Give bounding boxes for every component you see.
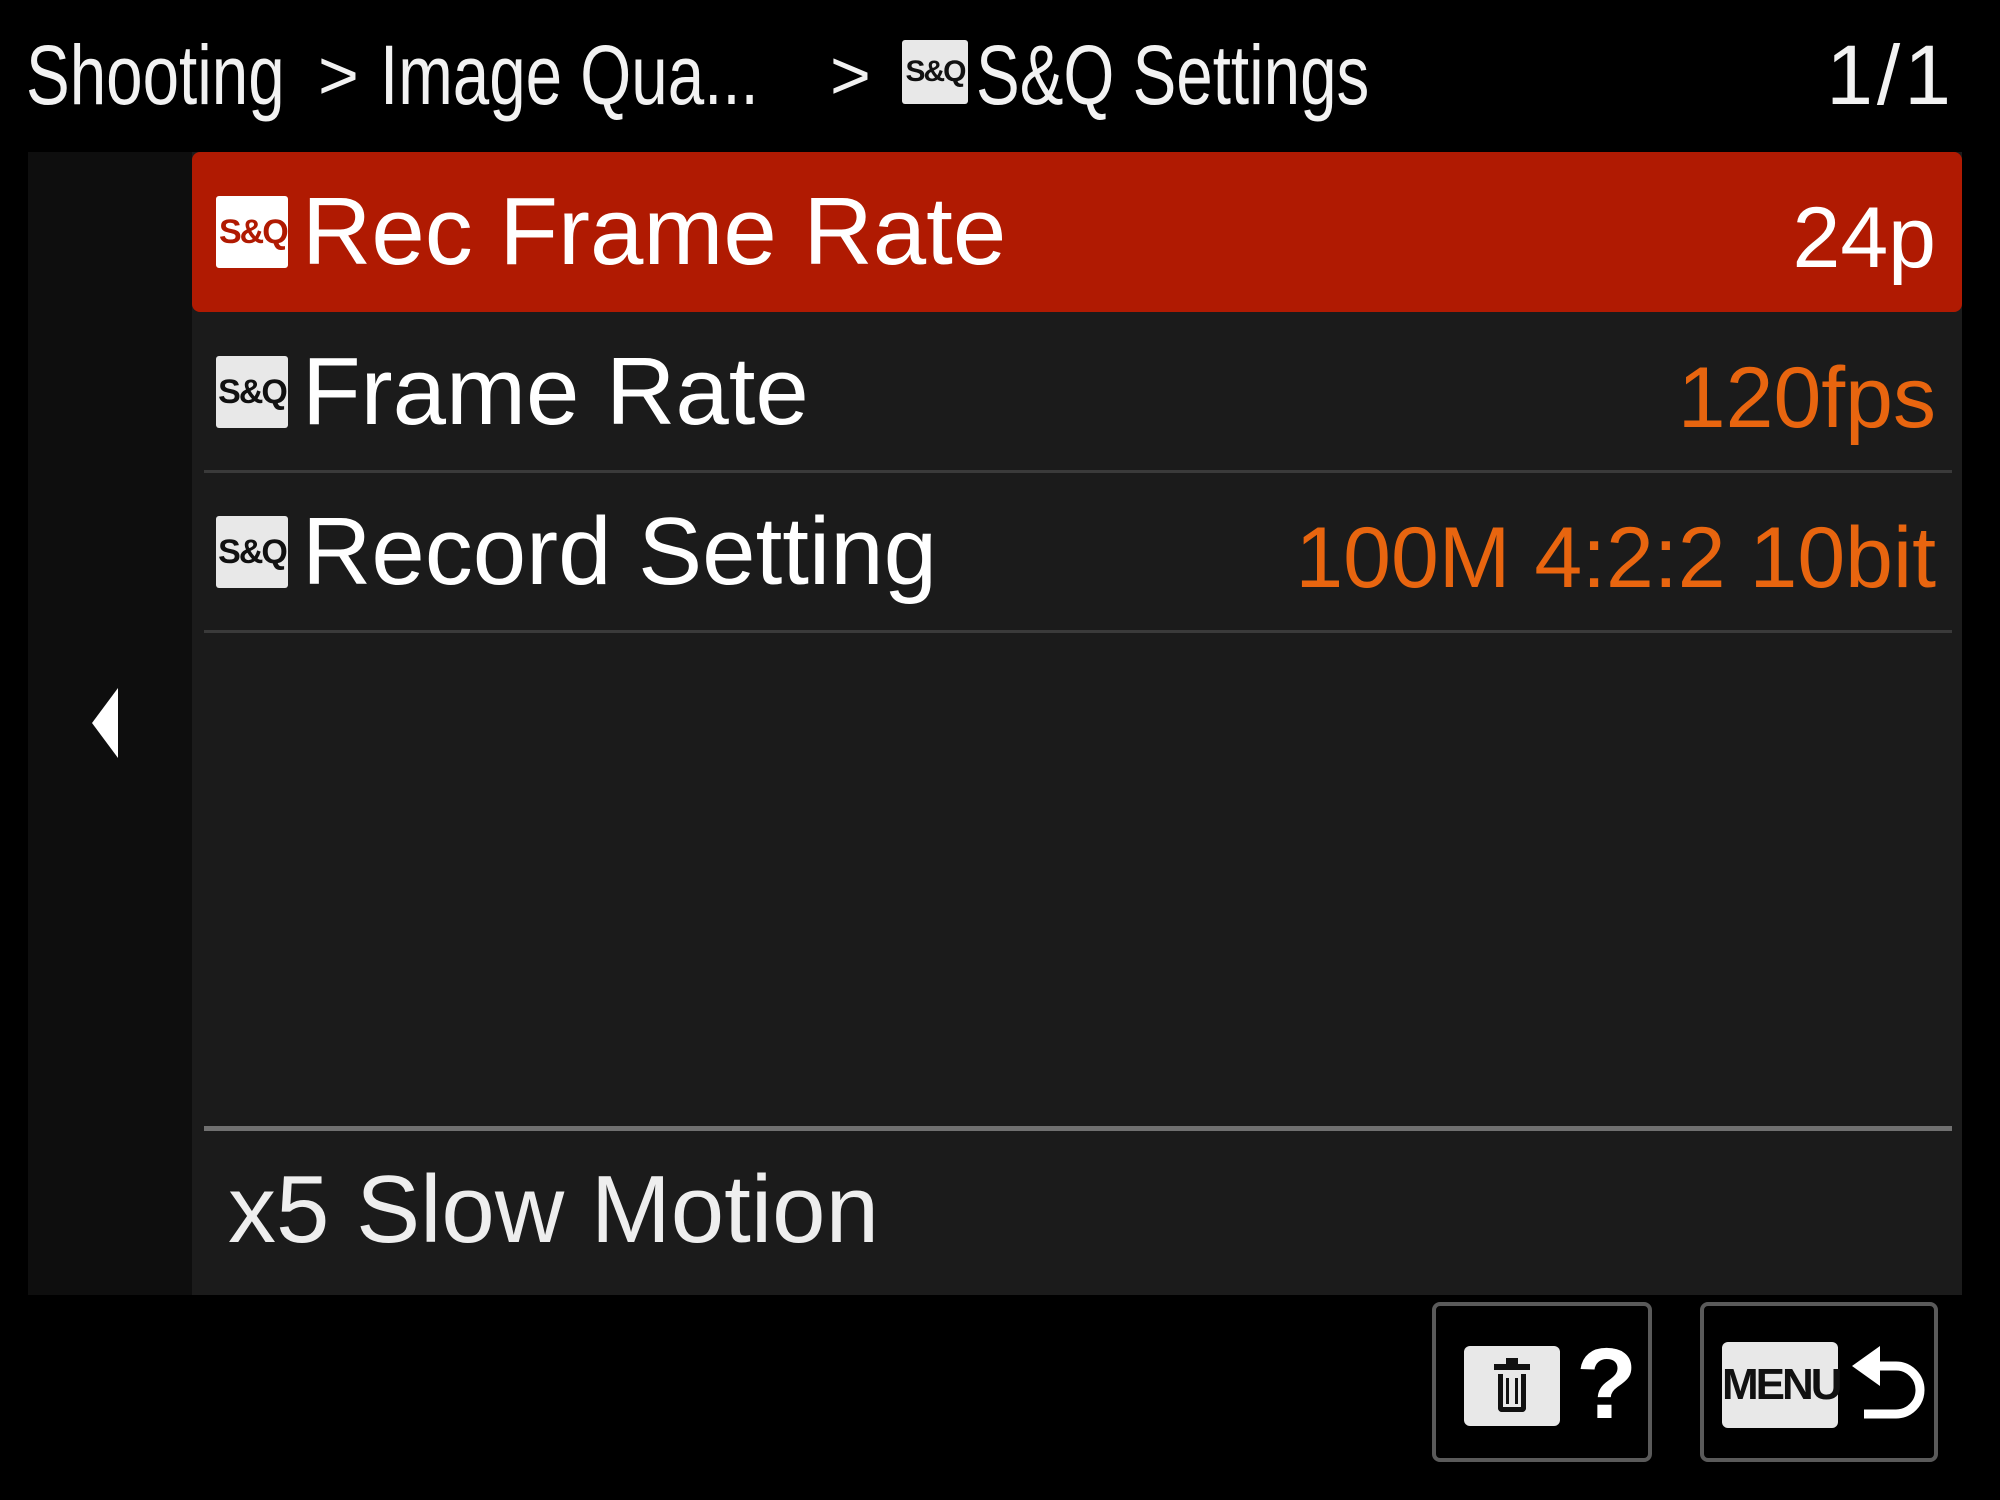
menu-item-frame-rate[interactable]: S&Q Frame Rate 120fps bbox=[192, 312, 1962, 472]
breadcrumb-image-quality[interactable]: Image Qua... bbox=[380, 20, 759, 130]
menu-item-label: Record Setting bbox=[302, 498, 938, 605]
menu-item-record-setting[interactable]: S&Q Record Setting 100M 4:2:2 10bit bbox=[192, 472, 1962, 632]
menu-item-value: 120fps bbox=[1677, 350, 1936, 446]
menu-item-label: Frame Rate bbox=[302, 338, 809, 445]
menu-icon: MENU bbox=[1722, 1342, 1843, 1428]
sq-icon: S&Q bbox=[216, 196, 289, 268]
page-indicator: 1/1 bbox=[1826, 28, 1955, 122]
description-divider bbox=[204, 1126, 1952, 1131]
delete-help-button[interactable]: ? bbox=[1432, 1302, 1652, 1462]
sq-icon: S&Q bbox=[216, 516, 288, 588]
breadcrumb-separator: > bbox=[830, 36, 871, 114]
breadcrumb-shooting[interactable]: Shooting bbox=[26, 20, 285, 130]
item-description: x5 Slow Motion bbox=[228, 1156, 879, 1263]
trash-icon bbox=[1464, 1346, 1560, 1426]
menu-back-button[interactable]: MENU bbox=[1700, 1302, 1938, 1462]
sq-icon: S&Q bbox=[216, 356, 288, 428]
breadcrumb-header: Shooting > Image Qua... > S&Q S&Q Settin… bbox=[0, 0, 2000, 150]
menu-item-rec-frame-rate[interactable]: S&Q Rec Frame Rate 24p bbox=[192, 152, 1962, 312]
breadcrumb-sq-settings: S&Q Settings bbox=[976, 28, 1370, 122]
menu-item-value: 100M 4:2:2 10bit bbox=[1295, 510, 1936, 606]
menu-item-label: Rec Frame Rate bbox=[302, 178, 1007, 285]
sq-icon: S&Q bbox=[902, 40, 968, 104]
breadcrumb-separator: > bbox=[318, 36, 359, 114]
return-icon bbox=[1852, 1346, 1925, 1419]
menu-item-value: 24p bbox=[1792, 190, 1937, 286]
divider bbox=[204, 630, 1952, 633]
left-arrow-icon[interactable] bbox=[92, 688, 118, 758]
help-icon: ? bbox=[1576, 1328, 1638, 1440]
